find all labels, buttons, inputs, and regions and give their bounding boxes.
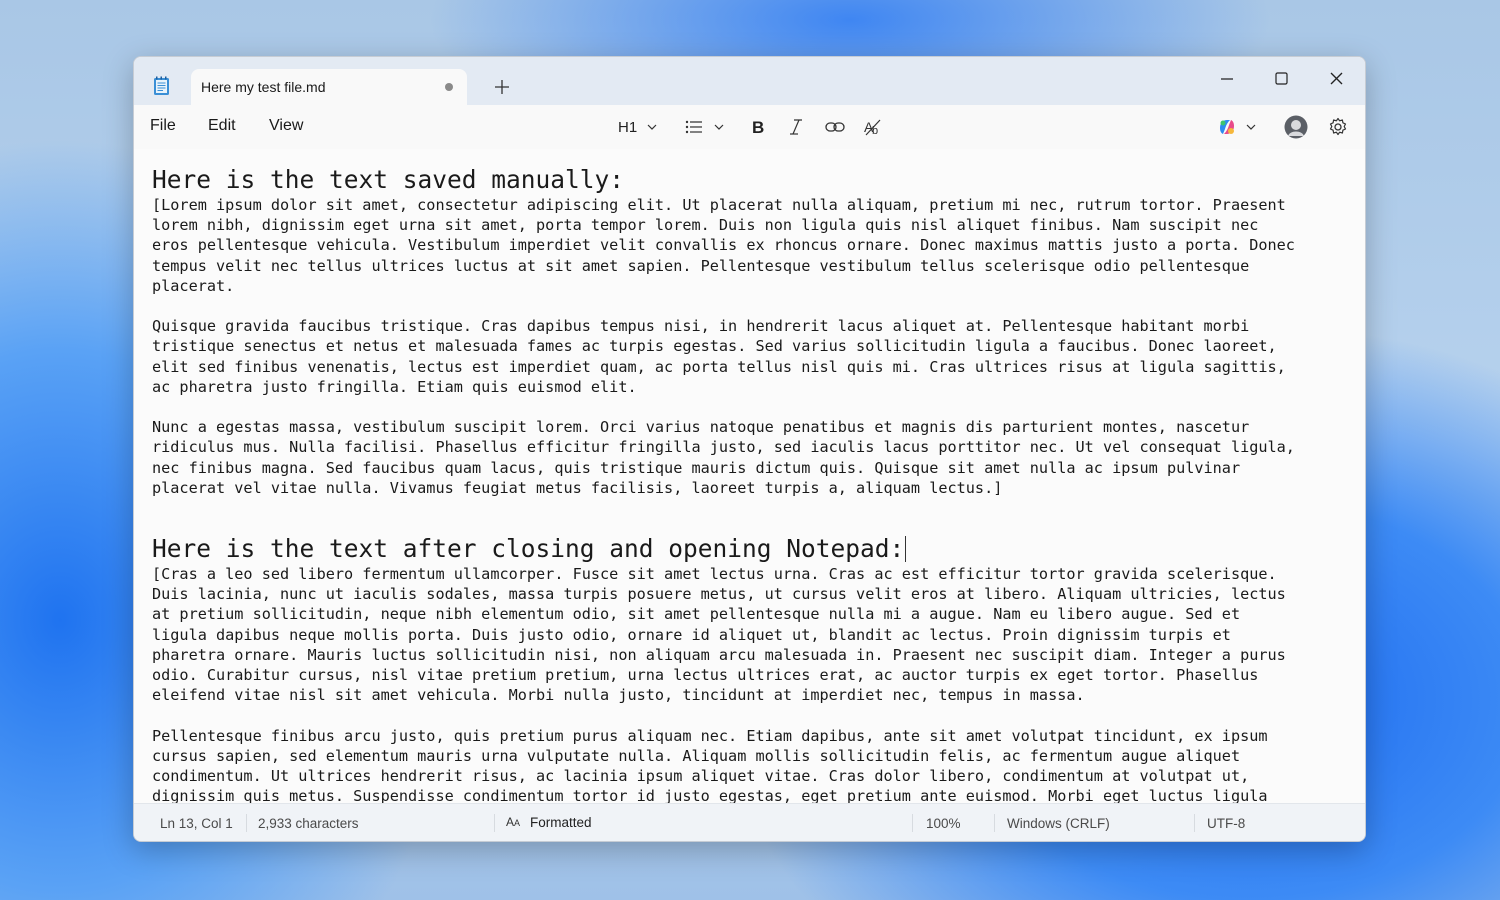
tab-title: Here my test file.md <box>201 79 326 95</box>
document-content[interactable]: Here is the text saved manually: [Lorem … <box>152 165 1352 803</box>
heading-dropdown[interactable]: H1 <box>618 115 659 139</box>
status-divider <box>246 814 247 832</box>
avatar[interactable] <box>1284 115 1308 139</box>
svg-text:A: A <box>506 815 514 829</box>
character-count: 2,933 characters <box>258 816 359 831</box>
unsaved-dot-icon[interactable] <box>445 83 453 91</box>
heading-after-reopen: Here is the text after closing and openi… <box>152 534 1352 564</box>
bold-icon[interactable]: B <box>748 115 768 139</box>
menu-view[interactable]: View <box>269 117 303 135</box>
heading-after-reopen-text: Here is the text after closing and openi… <box>152 534 905 564</box>
paragraph-4: [Cras a leo sed libero fermentum ullamco… <box>152 565 1286 705</box>
maximize-icon[interactable] <box>1256 63 1306 95</box>
format-toggle[interactable]: A A Formatted <box>506 814 592 830</box>
status-divider <box>1194 814 1195 832</box>
line-ending[interactable]: Windows (CRLF) <box>1007 816 1110 831</box>
chevron-down-icon <box>714 124 724 130</box>
gear-icon[interactable] <box>1327 115 1349 139</box>
paragraph-1: [Lorem ipsum dolor sit amet, consectetur… <box>152 196 1295 295</box>
menu-bar: File Edit View H1 B A b <box>134 105 1365 149</box>
notepad-app-icon <box>154 76 169 95</box>
minimize-icon[interactable] <box>1202 63 1252 95</box>
format-label: Formatted <box>530 814 592 830</box>
copilot-dropdown[interactable] <box>1216 115 1258 139</box>
text-caret <box>905 536 907 563</box>
heading-saved-manually: Here is the text saved manually: <box>152 165 625 194</box>
editor-area[interactable]: Here is the text saved manually: [Lorem … <box>134 149 1365 803</box>
svg-text:A: A <box>514 818 520 828</box>
menu-file[interactable]: File <box>150 117 176 135</box>
encoding[interactable]: UTF-8 <box>1207 816 1245 831</box>
cursor-position[interactable]: Ln 13, Col 1 <box>160 816 233 831</box>
status-divider <box>994 814 995 832</box>
title-bar: Here my test file.md <box>134 57 1365 105</box>
status-divider <box>912 814 913 832</box>
font-format-icon: A A <box>506 815 520 829</box>
heading-label: H1 <box>618 118 638 136</box>
paragraph-3: Nunc a egestas massa, vestibulum suscipi… <box>152 418 1295 497</box>
status-divider <box>494 814 495 832</box>
list-icon <box>685 120 702 134</box>
status-bar: Ln 13, Col 1 2,933 characters A A Format… <box>134 803 1365 841</box>
close-icon[interactable] <box>1311 63 1361 95</box>
copilot-icon <box>1220 120 1234 134</box>
paragraph-2: Quisque gravida faucibus tristique. Cras… <box>152 317 1286 396</box>
paragraph-5: Pellentesque finibus arcu justo, quis pr… <box>152 726 1268 803</box>
chevron-down-icon <box>647 124 657 130</box>
clear-formatting-icon[interactable]: A b <box>862 115 884 139</box>
list-dropdown[interactable] <box>684 115 726 139</box>
chevron-down-icon <box>1246 124 1256 130</box>
italic-icon[interactable] <box>786 115 806 139</box>
new-tab-icon[interactable] <box>495 80 509 94</box>
notepad-window: Here my test file.md File Edit View H1 B… <box>133 56 1366 842</box>
link-icon[interactable] <box>824 115 846 139</box>
tab-document[interactable]: Here my test file.md <box>191 69 467 105</box>
menu-edit[interactable]: Edit <box>208 117 236 135</box>
user-avatar-icon <box>1284 115 1308 139</box>
zoom-level[interactable]: 100% <box>926 816 961 831</box>
svg-text:B: B <box>752 118 764 137</box>
